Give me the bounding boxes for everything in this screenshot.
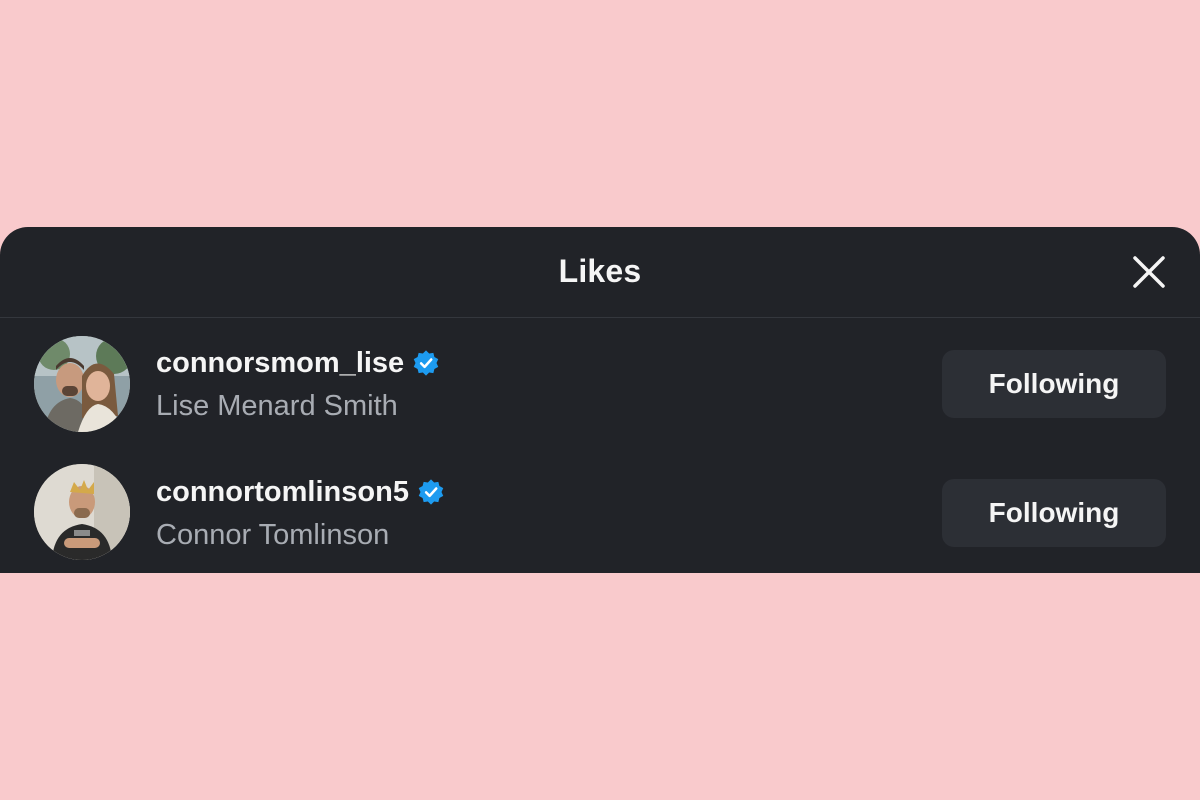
modal-header: Likes <box>0 227 1200 318</box>
following-button[interactable]: Following <box>942 479 1166 547</box>
likes-list: connorsmom_lise Lise Menard Smith Follow… <box>0 318 1200 573</box>
modal-title: Likes <box>558 252 642 289</box>
username-line: connortomlinson5 <box>156 475 445 509</box>
username[interactable]: connortomlinson5 <box>156 476 409 509</box>
verified-badge-icon <box>418 479 444 505</box>
verified-badge-icon <box>413 350 439 376</box>
following-button[interactable]: Following <box>942 350 1166 418</box>
close-icon <box>1133 256 1165 288</box>
avatar[interactable] <box>34 336 130 432</box>
user-names: connorsmom_lise Lise Menard Smith <box>156 346 440 423</box>
avatar-photo <box>34 464 130 560</box>
page: Likes connorsmom_lise Lise Menard Smith … <box>0 0 1200 800</box>
username[interactable]: connorsmom_lise <box>156 347 404 380</box>
user-names: connortomlinson5 Connor Tomlinson <box>156 475 445 552</box>
list-item: connorsmom_lise Lise Menard Smith Follow… <box>0 318 1200 447</box>
close-button[interactable] <box>1132 255 1166 289</box>
list-item: connortomlinson5 Connor Tomlinson Follow… <box>0 447 1200 573</box>
full-name: Connor Tomlinson <box>156 519 390 551</box>
likes-modal: Likes connorsmom_lise Lise Menard Smith … <box>0 227 1200 573</box>
full-name: Lise Menard Smith <box>156 390 398 422</box>
username-line: connorsmom_lise <box>156 346 440 380</box>
avatar-photo <box>34 336 130 432</box>
avatar[interactable] <box>34 464 130 560</box>
